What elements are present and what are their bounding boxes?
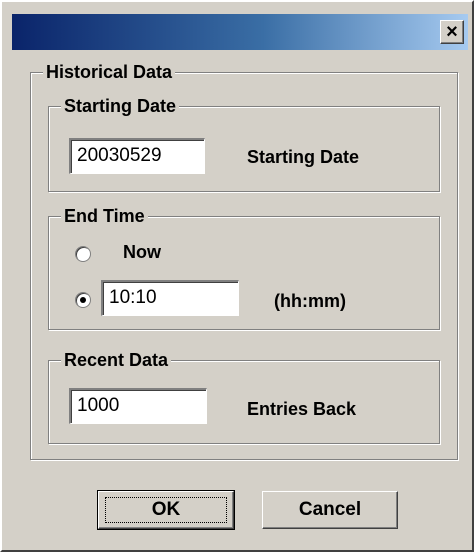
close-icon: × [446,21,458,43]
entries-back-label: Entries Back [247,399,357,419]
time-radio[interactable] [75,292,91,308]
focus-rectangle [105,497,227,523]
entries-back-input[interactable]: 1000 [69,388,207,424]
now-radio-label[interactable]: Now [123,242,161,263]
starting-date-label: Starting Date [247,147,360,167]
cancel-button[interactable]: Cancel [262,491,398,529]
close-button[interactable]: × [440,20,464,44]
time-format-label: (hh:mm) [274,291,346,311]
recent-data-legend: Recent Data [61,348,172,372]
cancel-button-label: Cancel [298,499,362,520]
historical-data-legend: Historical Data [43,60,176,84]
end-time-input[interactable]: 10:10 [101,280,239,316]
now-radio[interactable] [75,246,91,262]
starting-date-input[interactable]: 20030529 [69,138,205,174]
radio-selected-dot [80,297,86,303]
dialog-window: × Historical Data Starting Date 20030529… [0,0,474,552]
end-time-legend: End Time [61,204,148,228]
title-bar[interactable] [12,14,468,50]
starting-date-legend: Starting Date [61,94,180,118]
ok-button[interactable]: OK [97,490,235,530]
